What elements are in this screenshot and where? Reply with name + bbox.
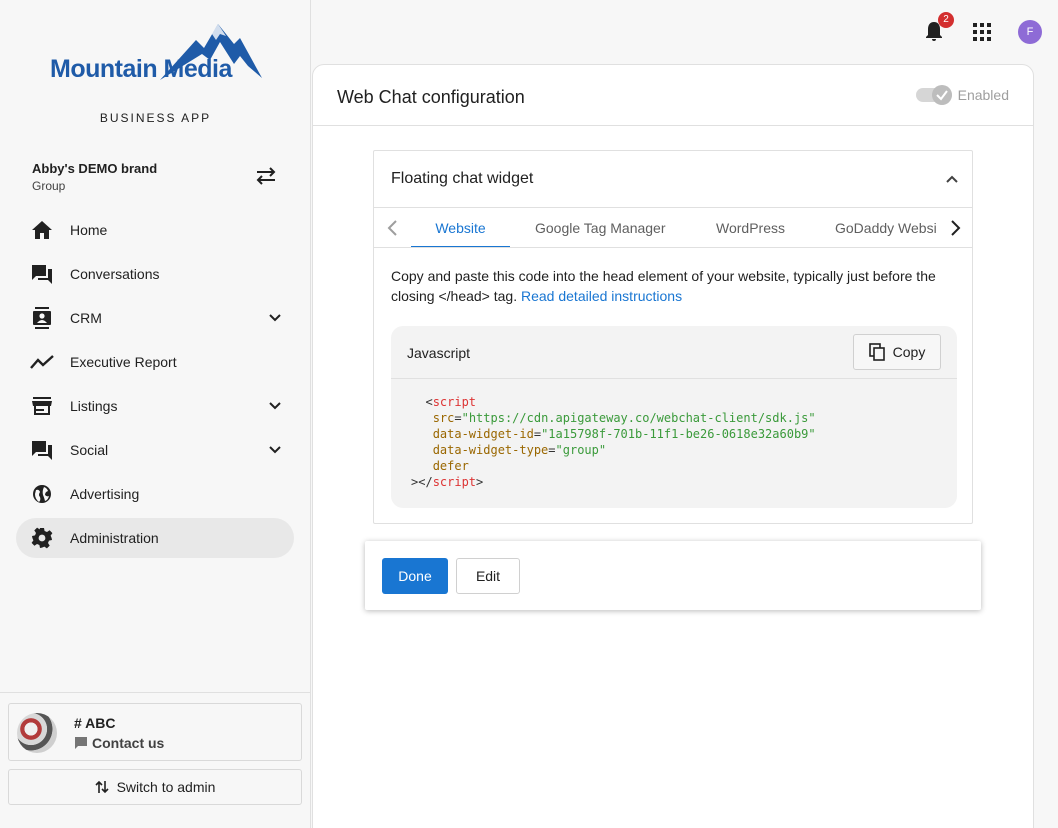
sidebar-item-label: Social [70,442,109,458]
tab-google-tag-manager[interactable]: Google Tag Manager [535,208,666,247]
mountain-media-logo[interactable]: Mountain Media [50,22,262,88]
switch-brand-button[interactable] [252,164,280,188]
sidebar: Mountain Media BUSINESS APP Abby's DEMO … [0,0,311,828]
account-card[interactable]: # ABC Contact us [8,703,302,761]
tab-wordpress[interactable]: WordPress [716,208,785,247]
gear-icon [30,526,54,550]
read-instructions-link[interactable]: Read detailed instructions [521,288,682,304]
code-defer-attr: defer [432,459,469,473]
code-language-label: Javascript [407,345,471,361]
contact-us-label: Contact us [92,735,165,751]
sidebar-item-label: Home [70,222,108,238]
code-type-attr: data-widget-type [432,443,549,457]
web-chat-config-card: Web Chat configuration Enabled Floating … [312,64,1034,828]
check-icon [935,90,948,101]
copy-label: Copy [892,344,926,360]
card-header: Web Chat configuration Enabled [313,65,1033,126]
code-src-attr: src [432,411,455,425]
widget-header[interactable]: Floating chat widget [374,151,972,208]
notification-badge: 2 [938,12,954,28]
swap-arrows-icon [256,167,276,185]
sidebar-item-advertising[interactable]: Advertising [16,474,294,514]
chat-bubble-icon [75,737,87,749]
tab-scroll-left-icon[interactable] [382,217,404,239]
code-snippet[interactable]: <script src="https://cdn.apigateway.co/w… [411,394,816,490]
tab-website[interactable]: Website [411,208,510,247]
copy-icon [868,343,885,361]
brand-name: Abby's DEMO brand [32,161,158,176]
social-icon [30,438,54,462]
toggle-label: Enabled [957,87,1009,103]
chevron-down-icon [269,402,281,410]
toggle-track[interactable] [915,85,952,105]
chevron-down-icon [269,314,281,322]
account-title: # ABC [74,715,116,731]
code-id-attr: data-widget-id [432,427,534,441]
sidebar-nav: Home Conversations CRM Executive Report [16,210,294,562]
sidebar-item-social[interactable]: Social [16,430,294,470]
globe-icon [30,482,54,506]
apps-grid-icon[interactable] [972,22,992,42]
code-snippet-box: Javascript Copy <script src="https://cdn… [391,326,957,508]
conversations-icon [30,262,54,286]
install-instructions: Copy and paste this code into the head e… [391,266,957,306]
sidebar-item-home[interactable]: Home [16,210,294,250]
floating-chat-widget-panel: Floating chat widget Website Google Tag … [373,150,973,524]
swap-vertical-icon [95,780,109,794]
code-type-value: "group" [555,443,607,457]
action-bar: Done Edit [365,541,981,610]
app-label: BUSINESS APP [99,111,212,125]
switch-to-admin-button[interactable]: Switch to admin [8,769,302,805]
code-id-value: "1a15798f-701b-11f1-be26-0618e32a60b9" [541,427,816,441]
widget-title: Floating chat widget [391,170,534,187]
chevron-down-icon [269,446,281,454]
sidebar-item-listings[interactable]: Listings [16,386,294,426]
copy-button[interactable]: Copy [853,334,941,370]
account-avatar [17,713,57,753]
sidebar-footer: # ABC Contact us Switch to admin [0,692,311,828]
sidebar-item-executive-report[interactable]: Executive Report [16,342,294,382]
sidebar-item-administration[interactable]: Administration [16,518,294,558]
brand-type: Group [32,179,66,193]
sidebar-item-label: Executive Report [70,354,177,370]
edit-button[interactable]: Edit [456,558,520,594]
sidebar-item-conversations[interactable]: Conversations [16,254,294,294]
sidebar-item-label: Listings [70,398,118,414]
trending-icon [30,350,54,374]
tab-godaddy[interactable]: GoDaddy Websi [835,208,949,247]
tab-scroll-right-icon[interactable] [944,217,966,239]
chevron-up-icon[interactable] [942,169,962,189]
sidebar-item-label: CRM [70,310,102,326]
logo-text: Mountain Media [50,55,232,83]
sidebar-item-crm[interactable]: CRM [16,298,294,338]
contact-us-link[interactable]: Contact us [74,735,164,751]
code-close-tag: script [432,475,477,489]
sidebar-item-label: Advertising [70,486,140,502]
sidebar-item-label: Conversations [70,266,160,282]
install-tabs: Website Google Tag Manager WordPress GoD… [374,208,972,248]
brand-info: Abby's DEMO brand Group [32,161,157,193]
switch-admin-label: Switch to admin [116,779,216,795]
storefront-icon [30,394,54,418]
crm-icon [30,306,54,330]
page-title: Web Chat configuration [337,87,525,107]
code-open-tag: script [432,395,477,409]
home-icon [30,218,54,242]
sidebar-item-label: Administration [70,530,159,546]
done-button[interactable]: Done [382,558,448,594]
code-header: Javascript Copy [391,326,957,379]
toggle-knob [931,85,952,105]
code-src-value: "https://cdn.apigateway.co/webchat-clien… [461,411,816,425]
enabled-toggle[interactable]: Enabled [915,85,1009,105]
user-avatar[interactable]: F [1018,20,1042,44]
